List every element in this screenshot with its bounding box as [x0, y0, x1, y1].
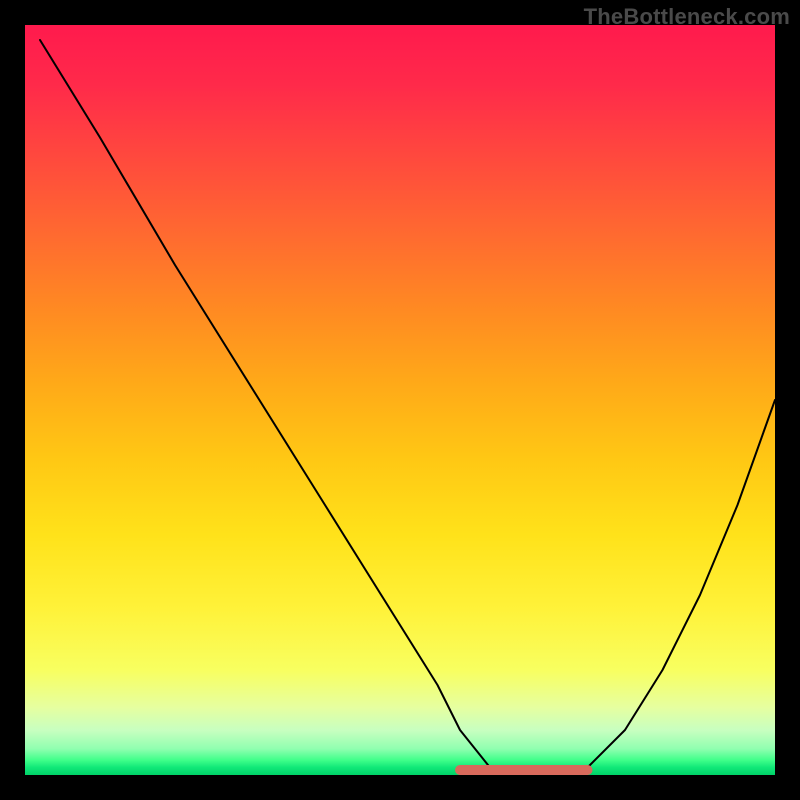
plot-area: [25, 25, 775, 775]
bottleneck-curve-line: [40, 40, 775, 775]
chart-frame: TheBottleneck.com: [0, 0, 800, 800]
watermark-text: TheBottleneck.com: [584, 4, 790, 30]
curve-svg: [25, 25, 775, 775]
